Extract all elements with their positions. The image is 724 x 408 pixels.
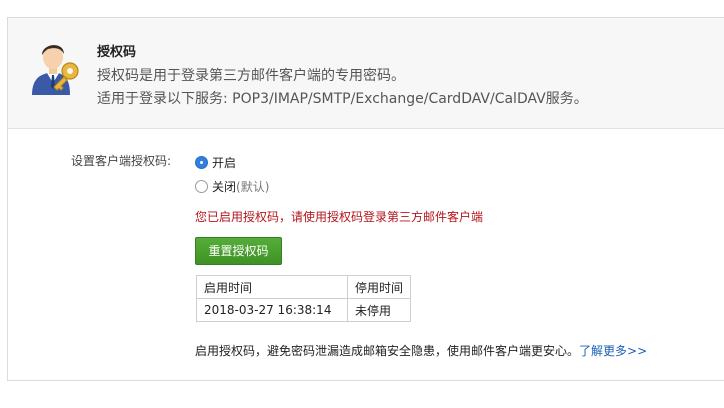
table-row: 2018-03-27 16:38:14 未停用 [196,298,412,322]
user-with-key-icon [32,45,79,95]
radio-checked-icon[interactable] [195,156,208,169]
setting-label: 设置客户端授权码: [71,154,172,168]
enabled-warning: 您已启用授权码，请使用授权码登录第三方邮件客户端 [195,210,484,224]
radio-enable-label: 开启 [212,156,237,170]
radio-disable[interactable]: 关闭 (默认) [195,178,269,195]
reset-auth-code-button[interactable]: 重置授权码 [195,237,282,265]
learn-more-link[interactable]: 了解更多>> [579,344,647,358]
radio-disable-label: 关闭 [212,180,237,194]
header-title: 授权码 [97,45,137,60]
radio-unchecked-icon[interactable] [195,180,208,193]
auth-code-panel: 授权码 授权码是用于登录第三方邮件客户端的专用密码。 适用于登录以下服务: PO… [7,17,724,381]
header-services: 适用于登录以下服务: POP3/IMAP/SMTP/Exchange/CardD… [97,91,588,107]
disabled-time-cell: 未停用 [346,298,412,322]
table-header-row: 启用时间 停用时间 [196,275,412,299]
radio-disable-suffix: (默认) [236,180,270,194]
table-header: 停用时间 [346,275,412,299]
auth-code-header: 授权码 授权码是用于登录第三方邮件客户端的专用密码。 适用于登录以下服务: PO… [8,18,724,129]
auth-code-table: 启用时间 停用时间 2018-03-27 16:38:14 未停用 [196,275,412,322]
enabled-time-cell: 2018-03-27 16:38:14 [196,298,348,322]
radio-enable[interactable]: 开启 [195,154,236,171]
header-description: 授权码是用于登录第三方邮件客户端的专用密码。 [97,68,405,84]
table-header: 启用时间 [196,275,348,299]
footer-note: 启用授权码，避免密码泄漏造成邮箱安全隐患，使用邮件客户端更安心。了解更多>> [195,342,647,359]
footer-text: 启用授权码，避免密码泄漏造成邮箱安全隐患，使用邮件客户端更安心。 [195,344,580,358]
